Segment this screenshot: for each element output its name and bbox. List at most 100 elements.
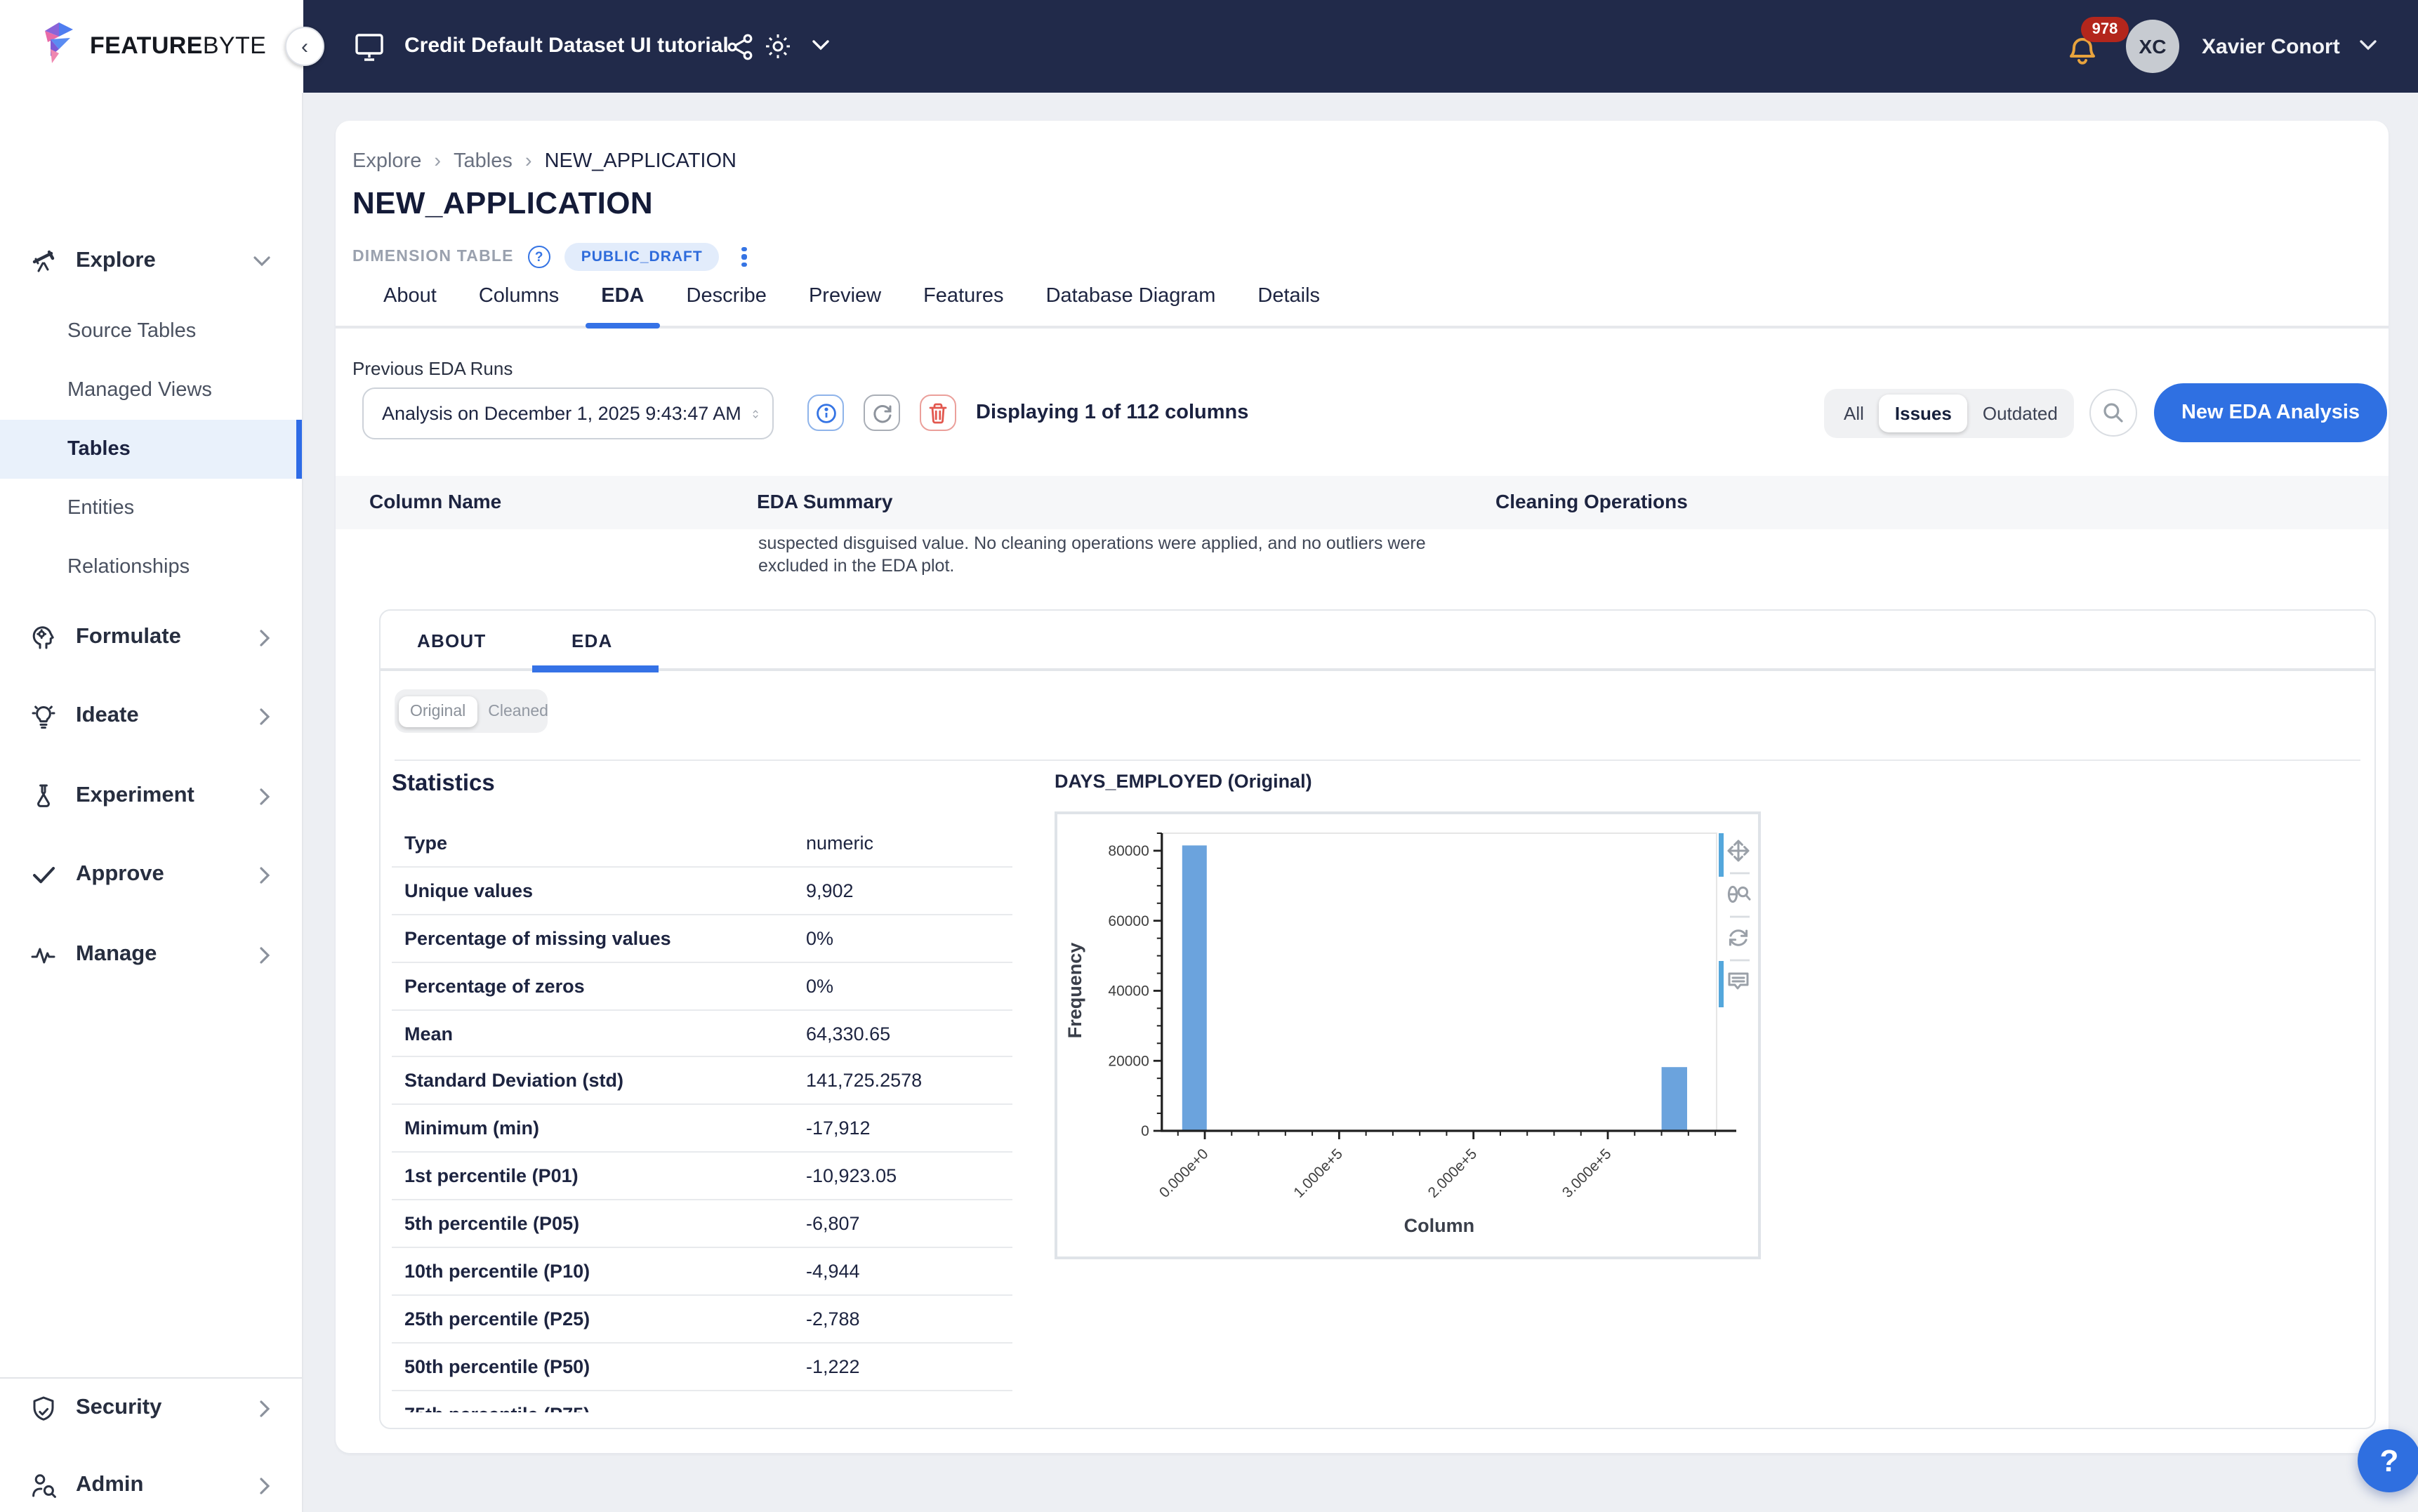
y-axis-label: Frequency <box>1064 943 1085 1039</box>
lightbulb-icon <box>31 703 56 729</box>
toggle-cleaned[interactable]: Cleaned <box>477 696 560 727</box>
table-meta: DIMENSION TABLE ? PUBLIC_DRAFT <box>352 243 755 271</box>
sidebar-item-tables[interactable]: Tables <box>0 420 302 479</box>
sidebar-collapse-button[interactable]: ‹ <box>285 27 324 66</box>
tab-eda[interactable]: EDA <box>601 285 644 327</box>
stat-row: 1st percentile (P01)-10,923.05 <box>392 1153 1012 1200</box>
telescope-icon <box>31 248 56 274</box>
svg-text:60000: 60000 <box>1108 913 1149 929</box>
sidebar-item-approve[interactable]: Approve <box>0 845 302 904</box>
sidebar-item-source-tables[interactable]: Source Tables <box>0 302 302 361</box>
check-icon <box>31 862 56 887</box>
results-table-header <box>336 476 2389 529</box>
chevron-right-icon <box>258 1476 271 1494</box>
filter-outdated[interactable]: Outdated <box>1967 394 2073 432</box>
sidebar-item-security[interactable]: Security <box>0 1379 302 1438</box>
topbar-chevron-down-icon[interactable] <box>812 39 830 52</box>
sidebar-item-entities[interactable]: Entities <box>0 479 302 538</box>
head-gear-icon <box>31 625 56 650</box>
chevron-right-icon <box>258 707 271 725</box>
new-eda-analysis-button[interactable]: New EDA Analysis <box>2154 383 2387 442</box>
svg-text:2.000e+5: 2.000e+5 <box>1425 1146 1481 1201</box>
svg-text:20000: 20000 <box>1108 1053 1149 1069</box>
svg-text:40000: 40000 <box>1108 983 1149 1000</box>
tab-about[interactable]: About <box>383 285 437 327</box>
tab-features[interactable]: Features <box>923 285 1003 327</box>
breadcrumb: Explore › Tables › NEW_APPLICATION <box>352 150 736 173</box>
eda-run-select-value: Analysis on December 1, 2025 9:43:47 AM <box>382 403 741 424</box>
delete-button[interactable] <box>920 394 956 431</box>
person-search-icon <box>31 1473 56 1498</box>
chevron-right-icon <box>258 946 271 964</box>
user-name[interactable]: Xavier Conort <box>2202 35 2340 59</box>
refresh-button[interactable] <box>864 394 900 431</box>
shield-icon <box>31 1395 56 1421</box>
eda-summary-text: suspected disguised value. No cleaning o… <box>758 533 1460 577</box>
reset-icon <box>1730 931 1746 945</box>
panel-tab-eda[interactable]: EDA <box>572 630 613 651</box>
displaying-count: Displaying 1 of 112 columns <box>976 402 1248 424</box>
sidebar-item-formulate[interactable]: Formulate <box>0 608 302 667</box>
trash-icon <box>928 402 948 423</box>
zoom-icon <box>1729 887 1750 901</box>
app-root: FEATUREBYTE ‹ Credit Default Dataset UI … <box>0 0 2418 1512</box>
refresh-icon <box>871 402 892 423</box>
panel-tab-about[interactable]: ABOUT <box>417 630 486 651</box>
kebab-menu-icon[interactable] <box>734 244 755 270</box>
tab-preview[interactable]: Preview <box>809 285 881 327</box>
svg-text:0.000e+0: 0.000e+0 <box>1156 1146 1212 1201</box>
stat-row: 25th percentile (P25)-2,788 <box>392 1296 1012 1344</box>
panel-tabs-divider <box>381 668 2374 671</box>
chevron-right-icon <box>258 787 271 805</box>
filter-all[interactable]: All <box>1828 394 1879 432</box>
sidebar-item-ideate[interactable]: Ideate <box>0 687 302 745</box>
sidebar-item-manage[interactable]: Manage <box>0 925 302 984</box>
info-button[interactable] <box>807 394 844 431</box>
sidebar-item-experiment[interactable]: Experiment <box>0 767 302 825</box>
svg-text:0: 0 <box>1141 1123 1149 1139</box>
sidebar-item-relationships[interactable]: Relationships <box>0 538 302 597</box>
chevron-down-icon <box>253 255 271 267</box>
filter-issues[interactable]: Issues <box>1879 394 1967 432</box>
search-button[interactable] <box>2089 389 2137 437</box>
help-circle-icon[interactable]: ? <box>528 246 550 268</box>
status-badge: PUBLIC_DRAFT <box>564 243 720 271</box>
hover-icon <box>1729 974 1748 988</box>
sidebar-item-admin[interactable]: Admin <box>0 1456 302 1512</box>
stat-row: Percentage of missing values0% <box>392 915 1012 963</box>
toggle-original[interactable]: Original <box>399 696 477 727</box>
chevron-right-icon <box>258 866 271 884</box>
col-header-eda-summary: EDA Summary <box>757 490 893 512</box>
table-type-label: DIMENSION TABLE <box>352 248 514 265</box>
help-fab-button[interactable]: ? <box>2358 1429 2418 1492</box>
workspace-title[interactable]: Credit Default Dataset UI tutorial <box>404 34 729 58</box>
tab-database-diagram[interactable]: Database Diagram <box>1046 285 1216 327</box>
svg-text:3.000e+5: 3.000e+5 <box>1559 1146 1615 1201</box>
chart-title: DAYS_EMPLOYED (Original) <box>1055 771 1312 792</box>
tab-describe[interactable]: Describe <box>687 285 767 327</box>
stat-row: 5th percentile (P05)-6,807 <box>392 1200 1012 1248</box>
select-stepper-icon <box>753 402 758 425</box>
panel-active-tab-underline <box>532 665 659 672</box>
flask-icon <box>31 783 56 809</box>
tab-columns[interactable]: Columns <box>479 285 559 327</box>
breadcrumb-tables[interactable]: Tables <box>454 150 513 173</box>
col-header-cleaning-operations: Cleaning Operations <box>1495 490 1688 512</box>
breadcrumb-explore[interactable]: Explore <box>352 150 421 173</box>
user-menu-chevron-icon[interactable] <box>2359 39 2377 52</box>
logo-text: FEATUREBYTE <box>90 32 266 60</box>
breadcrumb-current: NEW_APPLICATION <box>545 150 736 173</box>
eda-run-select[interactable]: Analysis on December 1, 2025 9:43:47 AM <box>362 387 774 439</box>
featurebyte-logo-icon <box>42 22 79 71</box>
tab-details[interactable]: Details <box>1257 285 1320 327</box>
histogram-chart[interactable]: 0200004000060000800000.000e+01.000e+52.0… <box>1055 811 1761 1259</box>
sidebar-item-managed-views[interactable]: Managed Views <box>0 361 302 420</box>
panel-content-divider <box>395 760 2360 761</box>
gear-icon[interactable] <box>764 32 792 60</box>
histogram-bar <box>1182 845 1207 1131</box>
avatar[interactable]: XC <box>2126 20 2179 73</box>
share-icon[interactable] <box>727 34 754 60</box>
svg-text:1.000e+5: 1.000e+5 <box>1290 1146 1346 1201</box>
sidebar-divider <box>0 1377 302 1379</box>
sidebar-item-explore[interactable]: Explore <box>0 232 302 291</box>
